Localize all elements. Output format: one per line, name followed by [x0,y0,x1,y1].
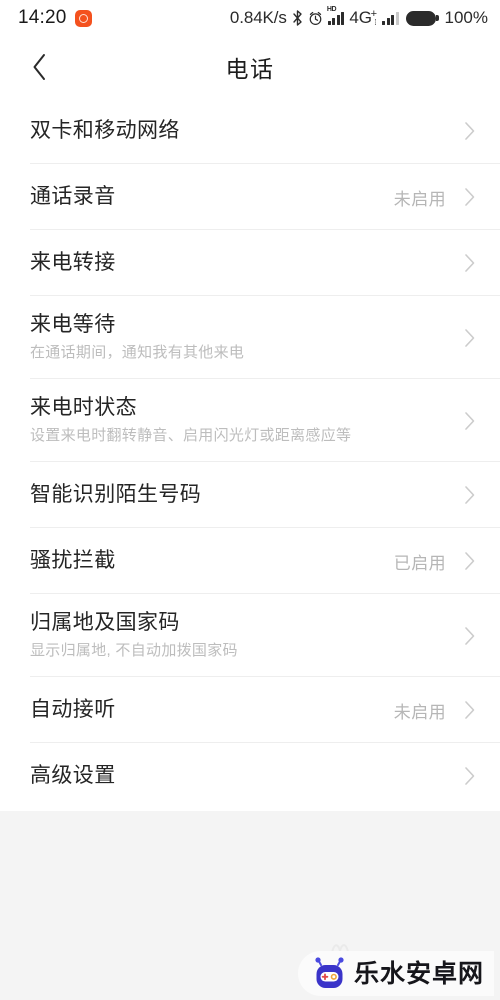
list-item-title: 归属地及国家码 [30,611,180,634]
network-speed-label: 0.84K/s [229,8,287,27]
list-item-texts: 来电转接 [30,249,462,277]
signal-bars-icon-secondary [382,11,399,25]
list-item-value: 未启用 [393,702,446,722]
back-button[interactable] [22,50,56,84]
chevron-right-icon [462,254,478,272]
list-item[interactable]: 来电等待 在通话期间，通知我有其他来电 [0,296,500,379]
page-title: 电话 [225,56,275,82]
battery-percent-label: 100% [444,8,488,27]
chevron-right-icon [462,626,478,645]
list-item-title: 骚扰拦截 [30,549,116,572]
bluetooth-icon [292,10,303,26]
signal-bars-icon: HD [327,6,345,25]
list-item-title: 来电时状态 [30,396,137,419]
chevron-right-icon [462,411,478,430]
list-item[interactable]: 归属地及国家码 显示归属地, 不自动加拨国家码 [0,594,500,677]
chevron-right-icon [462,552,478,570]
hd-label: HD [326,5,337,13]
list-item[interactable]: 通话录音 未启用 [0,164,500,230]
list-item-subtitle: 显示归属地, 不自动加拨国家码 [30,642,238,659]
settings-list: 双卡和移动网络 通话录音 未启用 来电转接 来电等待 在通话期间，通知我有其他来… [0,98,500,811]
list-item-title: 高级设置 [30,764,116,787]
list-item[interactable]: 双卡和移动网络 [0,98,500,164]
list-item-subtitle: 设置来电时翻转静音、启用闪光灯或距离感应等 [30,427,352,444]
chevron-left-icon [31,53,48,81]
robot-mascot-icon [312,957,347,990]
list-item-texts: 来电时状态 设置来电时翻转静音、启用闪光灯或距离感应等 [30,394,462,447]
list-item-title: 双卡和移动网络 [30,119,180,142]
list-item[interactable]: 智能识别陌生号码 [0,462,500,528]
chevron-right-icon [462,328,478,347]
list-item-title: 来电转接 [30,251,116,274]
chevron-right-icon [462,486,478,504]
app-header: 电话 [0,36,500,98]
list-item-title: 通话录音 [30,185,116,208]
status-bar-right: 0.84K/s HD 4G + ⁞ 100% [229,6,488,28]
status-clock: 14:20 [18,7,67,28]
site-watermark: 乐水安卓网 [297,951,494,996]
list-item[interactable]: 来电转接 [0,230,500,296]
list-item-title: 来电等待 [30,313,116,336]
list-item-title: 智能识别陌生号码 [30,483,202,506]
list-item-texts: 骚扰拦截 [30,547,394,575]
list-item[interactable]: 来电时状态 设置来电时翻转静音、启用闪光灯或距离感应等 [0,379,500,462]
list-item-texts: 归属地及国家码 显示归属地, 不自动加拨国家码 [30,609,462,662]
phone-screen: 14:20 0.84K/s HD 4G + ⁞ 100% 电话 双卡和移动网络 … [0,0,500,1000]
status-bar: 14:20 0.84K/s HD 4G + ⁞ 100% [0,0,500,36]
list-item[interactable]: 自动接听 未启用 [0,677,500,743]
chevron-right-icon [462,122,478,140]
chevron-right-icon [462,701,478,719]
list-item-texts: 通话录音 [30,183,394,211]
list-item-subtitle: 在通话期间，通知我有其他来电 [30,344,245,361]
network-type-dots: ⁞ [374,18,377,27]
battery-full-icon [405,10,439,26]
list-item-texts: 自动接听 [30,696,394,724]
list-item-value: 未启用 [393,189,446,209]
app-notification-icon [74,9,92,27]
list-item[interactable]: 骚扰拦截 已启用 [0,528,500,594]
list-item-texts: 高级设置 [30,762,462,790]
chevron-right-icon [462,188,478,206]
list-item[interactable]: 高级设置 [0,743,500,809]
status-bar-left: 14:20 [18,7,92,29]
list-item-value: 已启用 [393,553,446,573]
watermark-label: 乐水安卓网 [353,959,484,988]
list-item-texts: 智能识别陌生号码 [30,481,462,509]
list-item-title: 自动接听 [30,698,116,721]
alarm-clock-icon [308,11,323,26]
list-item-texts: 双卡和移动网络 [30,117,462,145]
network-type-label: 4G + ⁞ [349,8,378,27]
list-item-texts: 来电等待 在通话期间，通知我有其他来电 [30,311,462,364]
chevron-right-icon [462,767,478,785]
